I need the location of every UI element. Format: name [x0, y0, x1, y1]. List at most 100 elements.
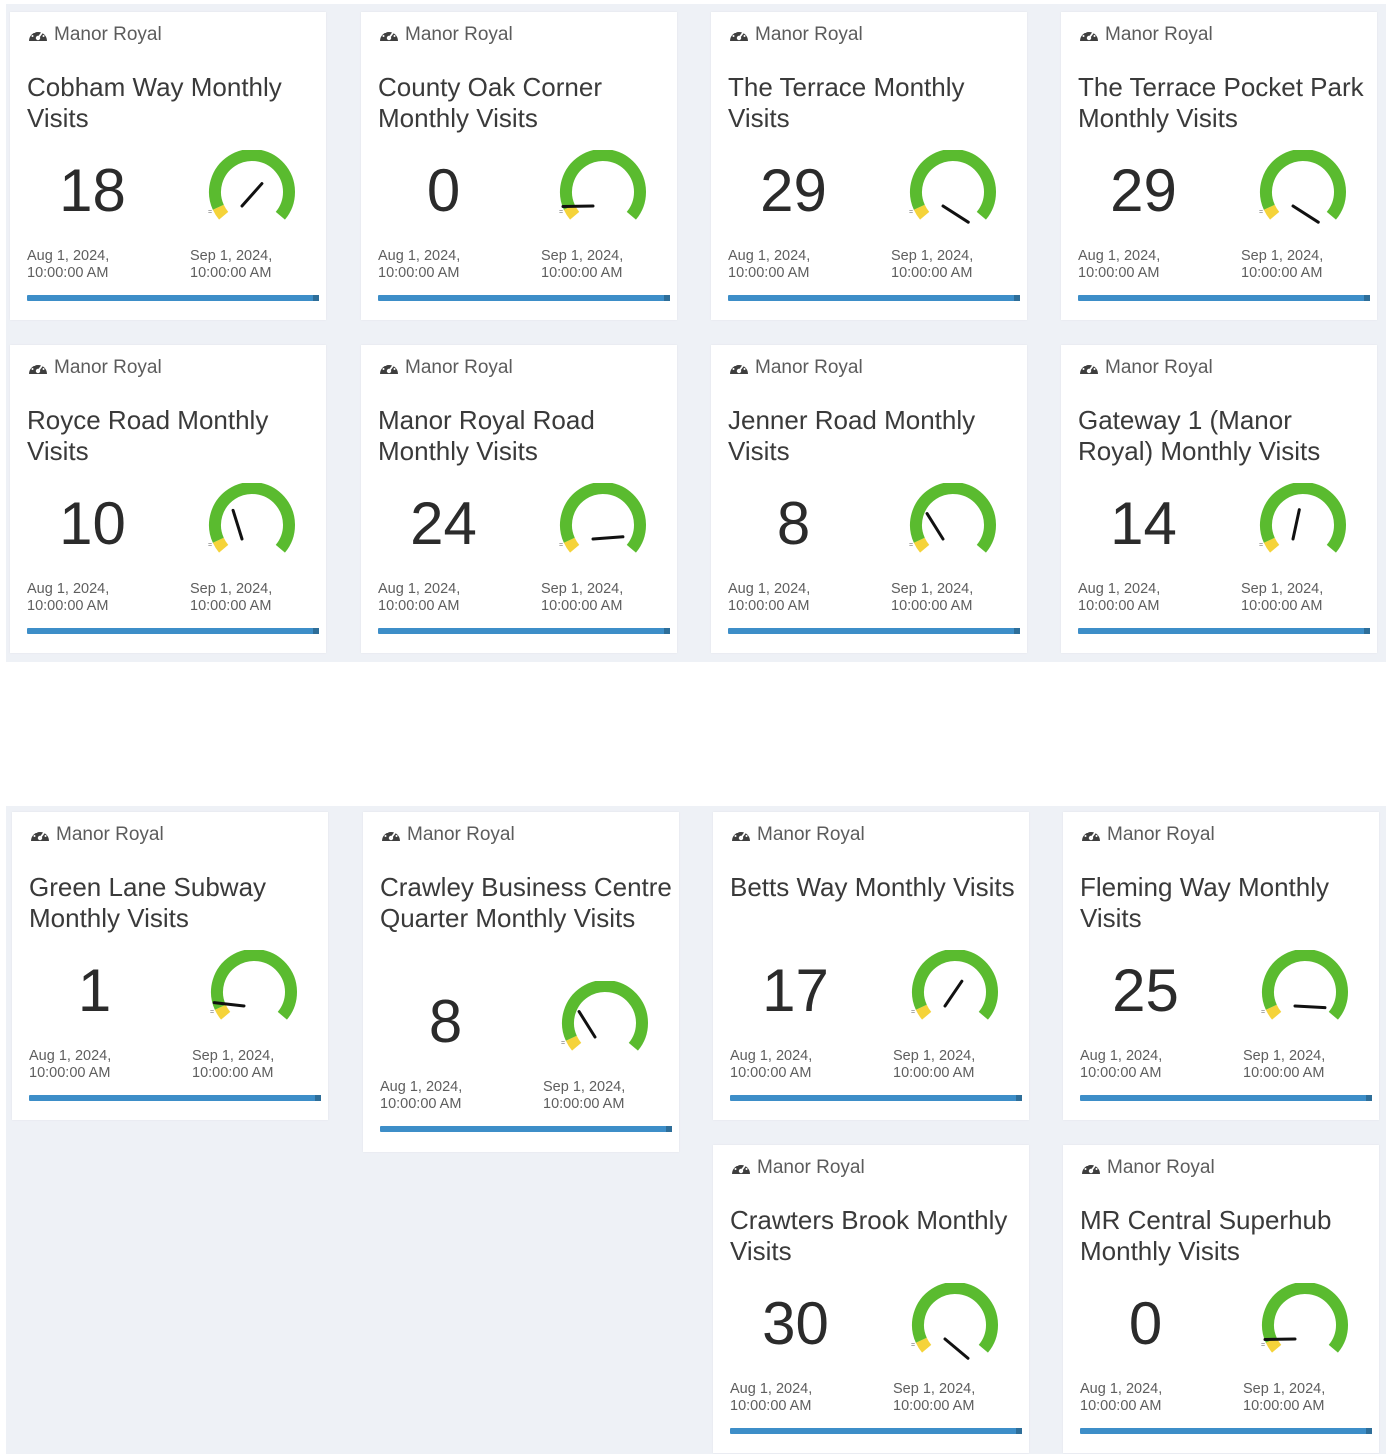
tile-source[interactable]: Manor Royal: [728, 24, 863, 46]
tile-source-label: Manor Royal: [407, 824, 515, 845]
gauge-green-band: [209, 150, 295, 220]
tile-start-date: Aug 1, 2024, 10:00:00 AM: [378, 248, 461, 281]
gauge-max-tick: =: [647, 566, 651, 567]
tile-start-date: Aug 1, 2024, 10:00:00 AM: [728, 248, 811, 281]
gauge-max-tick: =: [296, 233, 300, 234]
tile-end-date: Sep 1, 2024, 10:00:00 AM: [893, 1048, 976, 1081]
tile-end-date: Sep 1, 2024, 10:00:00 AM: [1241, 581, 1324, 614]
tile-source[interactable]: Manor Royal: [27, 24, 162, 46]
gauge-chart: ==: [911, 1283, 1003, 1367]
tile-source[interactable]: Manor Royal: [380, 824, 515, 846]
tile-source[interactable]: Manor Royal: [1078, 357, 1213, 379]
dashboard-gauge-icon: [730, 29, 748, 41]
gauge-tile[interactable]: Manor Royal Fleming Way Monthly Visits 2…: [1063, 812, 1379, 1120]
gauge-chart: ==: [210, 950, 302, 1034]
tile-source-label: Manor Royal: [54, 24, 162, 45]
tile-progress-bar: [1080, 1428, 1372, 1434]
tile-title: MR Central Superhub Monthly Visits: [1080, 1205, 1332, 1266]
tile-metric-value: 29: [1110, 157, 1177, 224]
gauge-yellow-band: [913, 537, 930, 553]
tile-source[interactable]: Manor Royal: [29, 824, 164, 846]
gauge-chart: ==: [559, 150, 651, 234]
gauge-min-tick: =: [1261, 1009, 1265, 1016]
tile-metric-value: 8: [428, 988, 463, 1055]
gauge-tile[interactable]: Manor Royal Betts Way Monthly Visits 17 …: [713, 812, 1029, 1120]
tile-source[interactable]: Manor Royal: [1080, 824, 1215, 846]
tile-progress-bar: [730, 1095, 1022, 1101]
tile-progress-bar: [380, 1126, 672, 1132]
tile-source-label: Manor Royal: [54, 357, 162, 378]
tile-source[interactable]: Manor Royal: [27, 357, 162, 379]
gauge-yellow-band: [1263, 537, 1280, 553]
dashboard-gauge-icon: [29, 362, 47, 374]
gauge-tile[interactable]: Manor Royal Green Lane Subway Monthly Vi…: [12, 812, 328, 1120]
tile-source-label: Manor Royal: [757, 824, 865, 845]
tile-start-date: Aug 1, 2024, 10:00:00 AM: [1078, 248, 1161, 281]
tile-metric-value: 1: [77, 957, 112, 1024]
gauge-chart: ==: [909, 150, 1001, 234]
tile-source-label: Manor Royal: [1105, 357, 1213, 378]
gauge-max-tick: =: [649, 1064, 653, 1065]
tile-title: Green Lane Subway Monthly Visits: [29, 872, 267, 933]
gauge-tile[interactable]: Manor Royal Cobham Way Monthly Visits 18…: [10, 12, 326, 320]
tile-title: Cobham Way Monthly Visits: [27, 72, 282, 133]
tile-progress-bar: [728, 628, 1020, 634]
gauge-chart: ==: [561, 981, 653, 1065]
tile-metric-value: 8: [776, 490, 811, 557]
tile-metric-value: 14: [1110, 490, 1177, 557]
tile-source[interactable]: Manor Royal: [730, 1157, 865, 1179]
gauge-tile[interactable]: Manor Royal Crawley Business Centre Quar…: [363, 812, 679, 1152]
dashboard-gauge-icon: [1080, 29, 1098, 41]
gauge-min-tick: =: [208, 542, 212, 549]
gauge-yellow-band: [915, 1004, 932, 1020]
tile-metric-value: 29: [760, 157, 827, 224]
tile-source[interactable]: Manor Royal: [1078, 24, 1213, 46]
tile-metric-value: 30: [762, 1290, 829, 1357]
tile-title: The Terrace Pocket Park Monthly Visits: [1078, 72, 1364, 133]
gauge-green-band: [209, 483, 295, 553]
gauge-tile[interactable]: Manor Royal The Terrace Monthly Visits 2…: [711, 12, 1027, 320]
gauge-green-band: [1260, 150, 1346, 220]
gauge-tile[interactable]: Manor Royal The Terrace Pocket Park Mont…: [1061, 12, 1377, 320]
gauge-tile[interactable]: Manor Royal Gateway 1 (Manor Royal) Mont…: [1061, 345, 1377, 653]
gauge-green-band: [910, 483, 996, 553]
gauge-yellow-band: [913, 204, 930, 220]
tile-end-date: Sep 1, 2024, 10:00:00 AM: [893, 1381, 976, 1414]
gauge-tile[interactable]: Manor Royal Crawters Brook Monthly Visit…: [713, 1145, 1029, 1453]
dashboard-gauge-icon: [730, 362, 748, 374]
tile-progress-bar: [1078, 628, 1370, 634]
gauge-max-tick: =: [647, 233, 651, 234]
gauge-tile[interactable]: Manor Royal Royce Road Monthly Visits 10…: [10, 345, 326, 653]
gauge-needle: [1293, 1004, 1327, 1010]
gauge-yellow-band: [212, 537, 229, 553]
gauge-min-tick: =: [559, 209, 563, 216]
dashboard-gauge-icon: [380, 29, 398, 41]
tile-source[interactable]: Manor Royal: [378, 24, 513, 46]
tile-source-label: Manor Royal: [1107, 1157, 1215, 1178]
tile-source[interactable]: Manor Royal: [378, 357, 513, 379]
gauge-tile[interactable]: Manor Royal Manor Royal Road Monthly Vis…: [361, 345, 677, 653]
gauge-min-tick: =: [1259, 542, 1263, 549]
tile-source[interactable]: Manor Royal: [1080, 1157, 1215, 1179]
tile-source[interactable]: Manor Royal: [730, 824, 865, 846]
gauge-tile[interactable]: Manor Royal MR Central Superhub Monthly …: [1063, 1145, 1379, 1453]
gauge-yellow-band: [565, 1035, 582, 1051]
gauge-needle: [943, 979, 964, 1008]
tile-source[interactable]: Manor Royal: [728, 357, 863, 379]
gauge-chart: ==: [208, 150, 300, 234]
tile-progress-bar: [728, 295, 1020, 301]
dashboard-gauge-icon: [1082, 829, 1100, 841]
gauge-max-tick: =: [997, 233, 1001, 234]
tile-start-date: Aug 1, 2024, 10:00:00 AM: [27, 581, 110, 614]
tile-progress-bar: [730, 1428, 1022, 1434]
gauge-tile[interactable]: Manor Royal County Oak Corner Monthly Vi…: [361, 12, 677, 320]
tile-metric-value: 0: [1128, 1290, 1163, 1357]
gauge-max-tick: =: [296, 566, 300, 567]
gauge-needle: [1263, 1337, 1297, 1342]
gauge-tile[interactable]: Manor Royal Jenner Road Monthly Visits 8…: [711, 345, 1027, 653]
tile-title: Royce Road Monthly Visits: [27, 405, 269, 466]
gauge-green-band: [912, 1283, 998, 1353]
tile-end-date: Sep 1, 2024, 10:00:00 AM: [543, 1079, 626, 1112]
gauge-yellow-band: [563, 204, 580, 220]
tile-progress-bar: [29, 1095, 321, 1101]
